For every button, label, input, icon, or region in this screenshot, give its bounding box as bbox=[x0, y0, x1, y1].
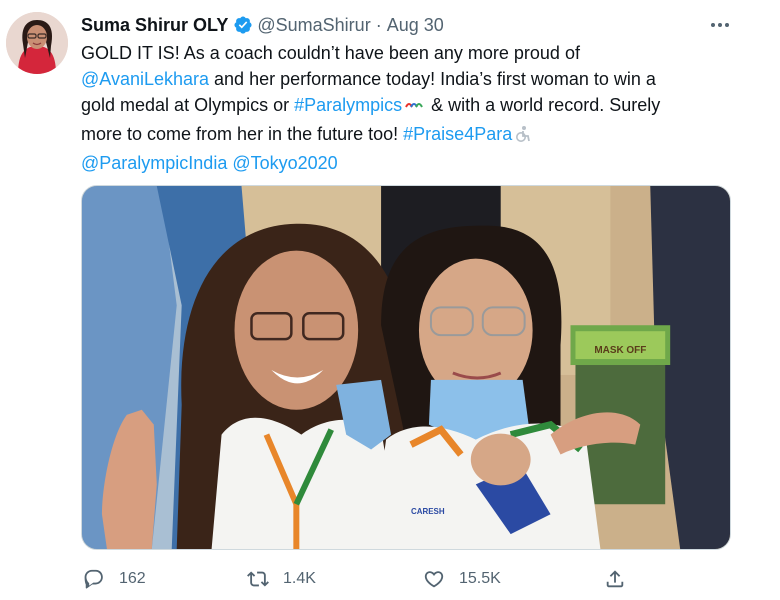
mention-link[interactable]: @AvaniLekhara bbox=[81, 69, 209, 89]
tweet-text-segment: and her performance today! India’s first… bbox=[209, 69, 656, 89]
heart-icon bbox=[424, 571, 444, 588]
avatar[interactable] bbox=[6, 12, 68, 74]
mention-link[interactable]: @Tokyo2020 bbox=[232, 153, 337, 173]
tweet-line: GOLD IT IS! As a coach couldn’t have bee… bbox=[81, 40, 731, 66]
tweet-line: gold medal at Olympics or #Paralympics &… bbox=[81, 92, 731, 121]
author-name[interactable]: Suma Shirur OLY bbox=[81, 15, 228, 36]
tweet-line: @AvaniLekhara and her performance today!… bbox=[81, 66, 731, 92]
tweet-header: Suma Shirur OLY @SumaShirur · Aug 30 bbox=[81, 13, 444, 37]
retweet-count: 1.4K bbox=[283, 570, 316, 587]
tweet-text-segment: gold medal at Olympics or bbox=[81, 95, 295, 115]
tweet-line: more to come from her in the future too!… bbox=[81, 121, 731, 150]
hashtag-link[interactable]: #Praise4Para bbox=[403, 124, 512, 144]
retweet-button[interactable]: 1.4K bbox=[247, 566, 316, 592]
separator: · bbox=[375, 14, 382, 35]
tweet-actions: 162 1.4K 15.5K bbox=[81, 566, 641, 592]
tweet-text: GOLD IT IS! As a coach couldn’t have bee… bbox=[81, 40, 731, 176]
verified-badge-icon bbox=[233, 15, 253, 35]
shirt-logo-text: CARESH bbox=[411, 507, 445, 516]
share-button[interactable] bbox=[604, 566, 640, 592]
reply-button[interactable]: 162 bbox=[83, 566, 146, 592]
tweet-text-segment: GOLD IT IS! As a coach couldn’t have bee… bbox=[81, 43, 580, 63]
tweet-line: @ParalympicIndia @Tokyo2020 bbox=[81, 150, 731, 176]
tweet: Suma Shirur OLY @SumaShirur · Aug 30 GOL… bbox=[0, 0, 780, 600]
reply-icon bbox=[84, 569, 103, 589]
mention-link[interactable]: @ParalympicIndia bbox=[81, 153, 227, 173]
like-button[interactable]: 15.5K bbox=[423, 566, 501, 592]
paralympics-emoji-icon bbox=[404, 95, 424, 121]
like-count: 15.5K bbox=[459, 570, 501, 587]
more-icon[interactable] bbox=[706, 14, 734, 36]
hashtag-link[interactable]: #Paralympics bbox=[294, 95, 402, 115]
mask-off-sign: MASK OFF bbox=[594, 345, 646, 356]
author-handle[interactable]: @SumaShirur bbox=[257, 15, 370, 36]
tweet-photo[interactable]: MASK OFF CARESH bbox=[81, 185, 731, 550]
reply-count: 162 bbox=[119, 570, 146, 587]
wheelchair-emoji-icon bbox=[514, 124, 532, 150]
tweet-text-segment: more to come from her in the future too! bbox=[81, 124, 404, 144]
tweet-text-segment: & with a world record. Surely bbox=[426, 95, 661, 115]
retweet-icon bbox=[247, 571, 269, 587]
tweet-timestamp[interactable]: Aug 30 bbox=[387, 15, 444, 36]
share-icon bbox=[606, 570, 624, 588]
